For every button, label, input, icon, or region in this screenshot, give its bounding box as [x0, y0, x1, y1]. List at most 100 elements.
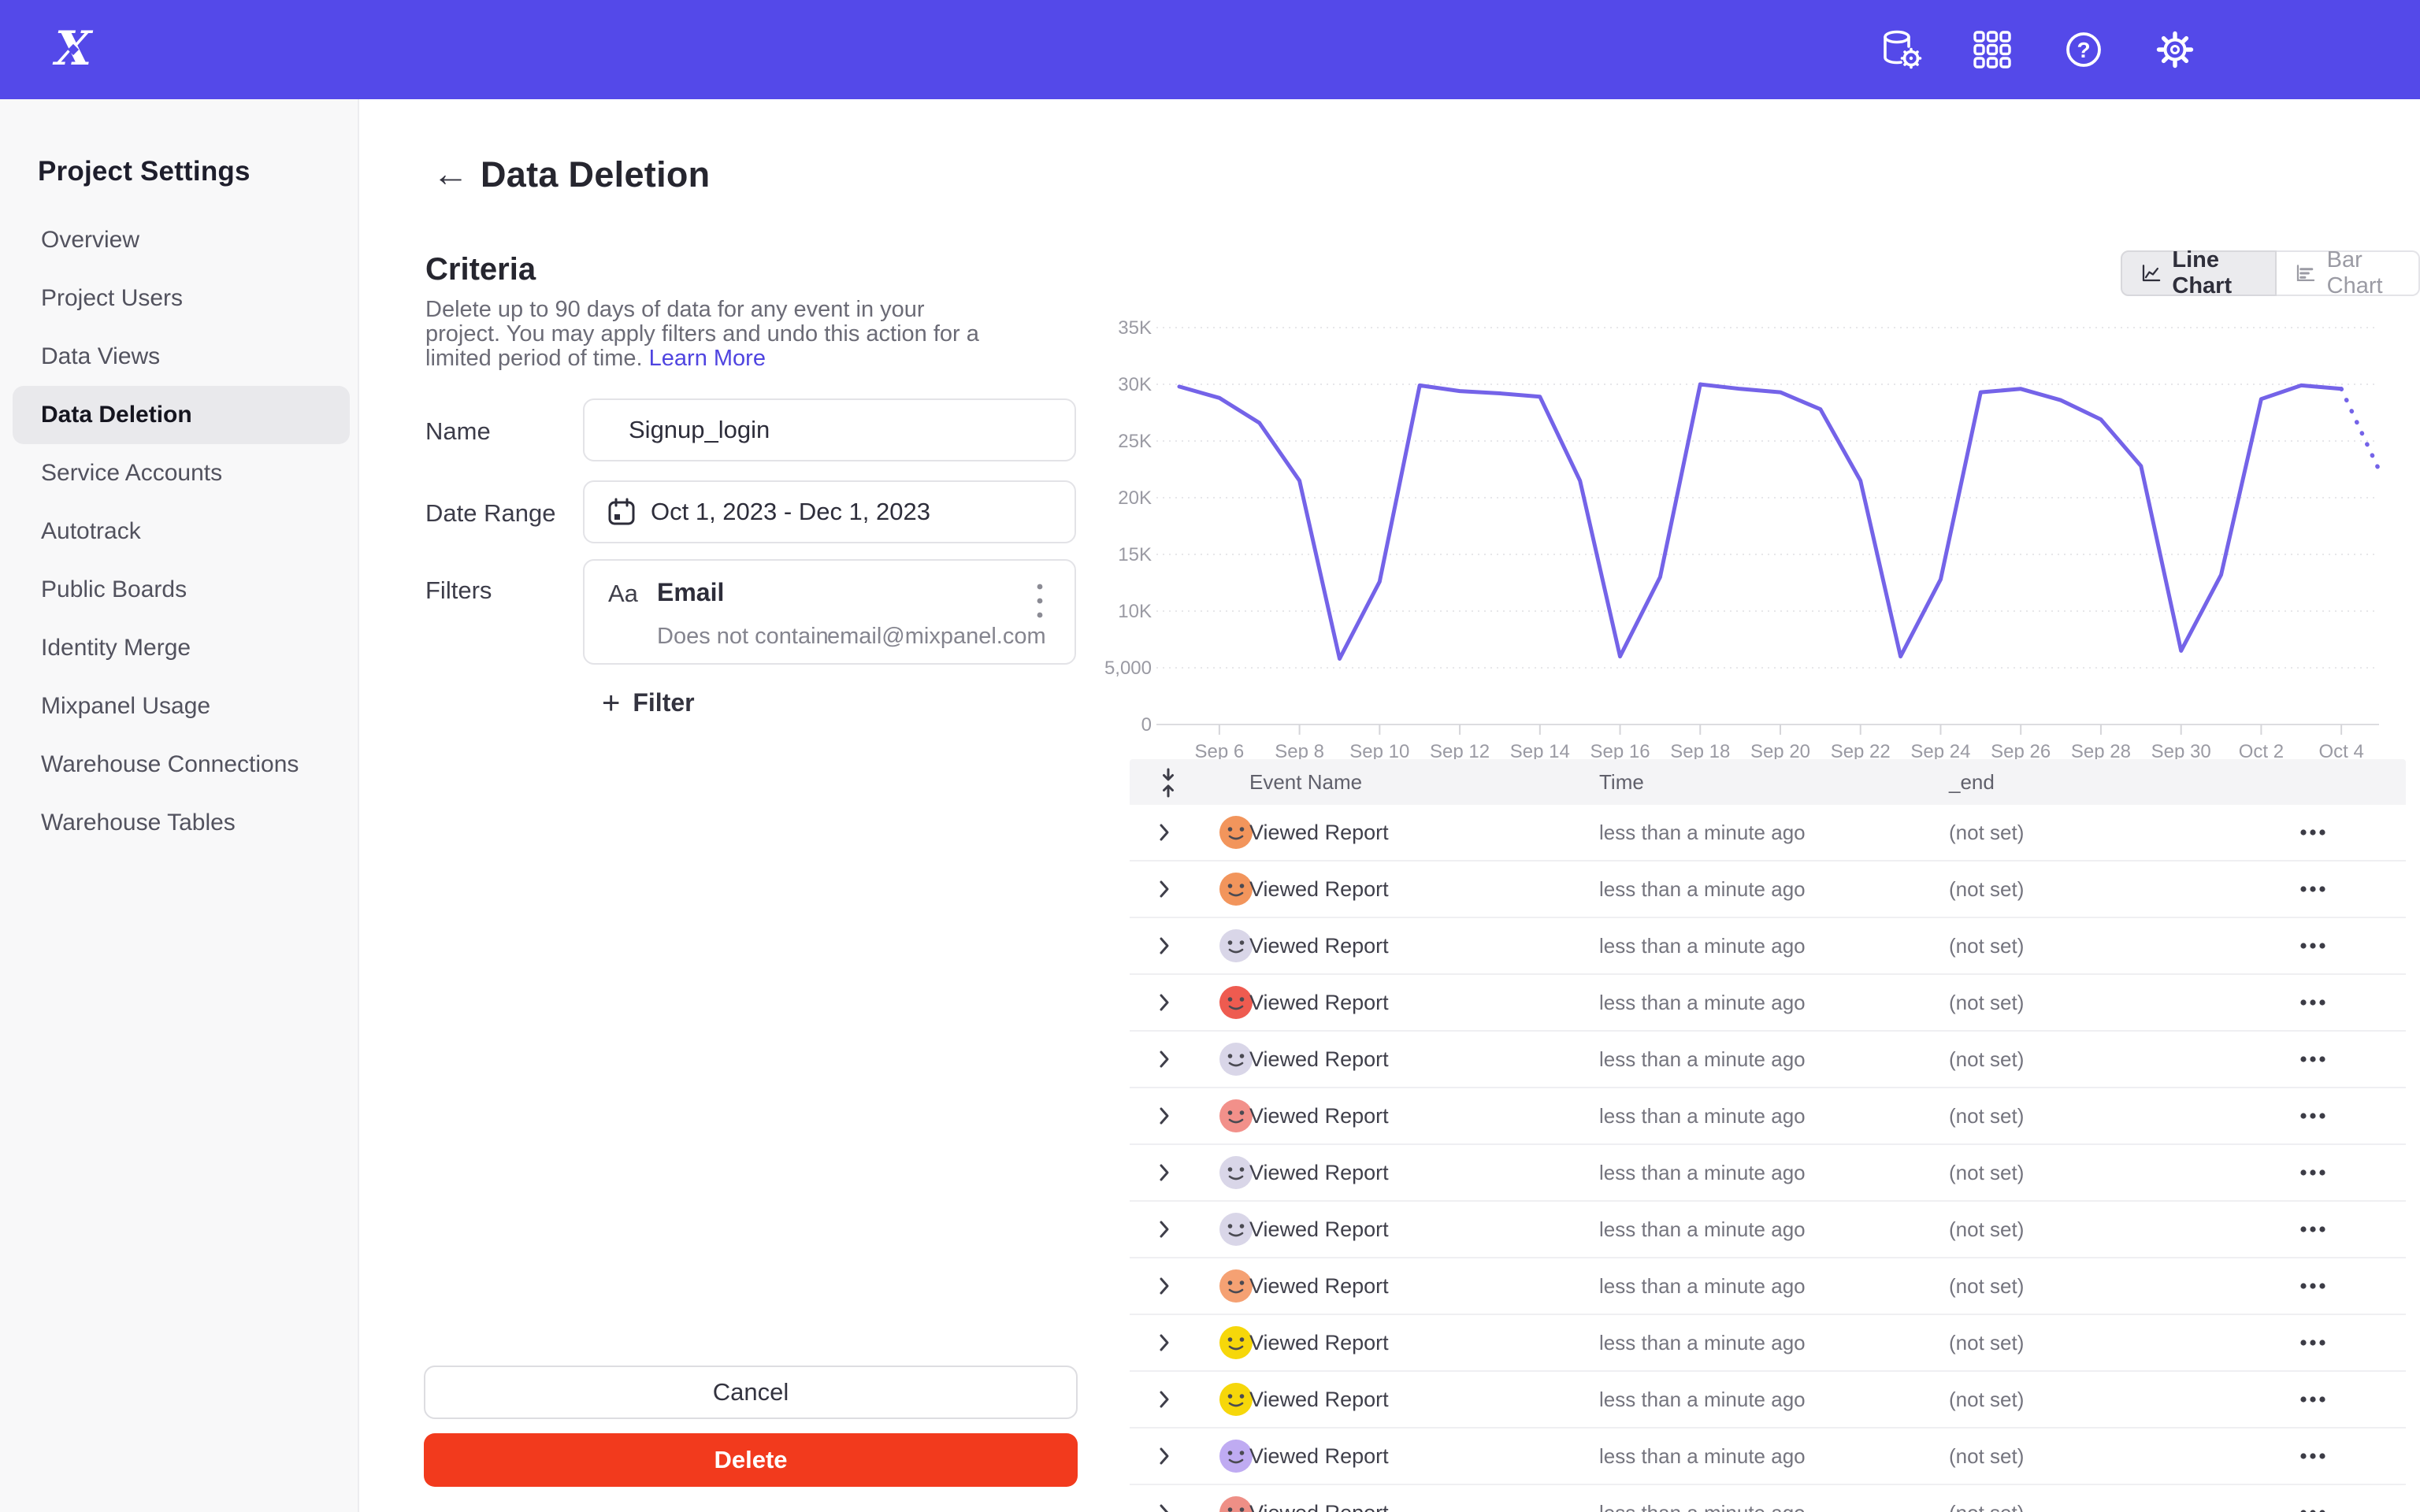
- expand-chevron-icon[interactable]: [1158, 992, 1171, 1017]
- filter-operator[interactable]: Does not contain: [657, 624, 829, 650]
- row-actions-icon[interactable]: [2294, 989, 2332, 1016]
- sidebar-item-mixpanel-usage[interactable]: Mixpanel Usage: [0, 677, 358, 736]
- event-name-cell: Viewed Report: [1249, 805, 1389, 860]
- end-cell: (not set): [1949, 1372, 2024, 1427]
- line-chart-toggle[interactable]: Line Chart: [2121, 250, 2277, 296]
- time-cell: less than a minute ago: [1599, 1088, 1806, 1143]
- end-cell: (not set): [1949, 1485, 2024, 1512]
- time-cell: less than a minute ago: [1599, 1202, 1806, 1257]
- event-name-cell: Viewed Report: [1249, 1372, 1389, 1427]
- row-actions-icon[interactable]: [2294, 1386, 2332, 1413]
- table-header-row: Event Name Time _end: [1130, 759, 2406, 805]
- time-cell: less than a minute ago: [1599, 975, 1806, 1030]
- sidebar-item-identity-merge[interactable]: Identity Merge: [0, 619, 358, 677]
- row-actions-icon[interactable]: [2294, 876, 2332, 902]
- column-header-event-name[interactable]: Event Name: [1249, 759, 1362, 805]
- filter-card[interactable]: Aa Email Does not contain email@mixpanel…: [583, 559, 1076, 665]
- back-button[interactable]: ←: [429, 151, 473, 195]
- column-header-time[interactable]: Time: [1599, 759, 1644, 805]
- expand-chevron-icon[interactable]: [1158, 1049, 1171, 1073]
- expand-chevron-icon[interactable]: [1158, 1332, 1171, 1357]
- svg-text:35K: 35K: [1118, 317, 1152, 339]
- table-row[interactable]: Viewed Report less than a minute ago (no…: [1130, 1088, 2406, 1145]
- svg-text:?: ?: [2077, 38, 2090, 62]
- mixpanel-logo[interactable]: X: [43, 19, 104, 80]
- sidebar-item-overview[interactable]: Overview: [0, 211, 358, 269]
- expand-chevron-icon[interactable]: [1158, 1162, 1171, 1187]
- table-row[interactable]: Viewed Report less than a minute ago (no…: [1130, 1372, 2406, 1429]
- sidebar-item-warehouse-connections[interactable]: Warehouse Connections: [0, 736, 358, 794]
- table-row[interactable]: Viewed Report less than a minute ago (no…: [1130, 1429, 2406, 1485]
- table-row[interactable]: Viewed Report less than a minute ago (no…: [1130, 862, 2406, 918]
- expand-chevron-icon[interactable]: [1158, 822, 1171, 847]
- row-actions-icon[interactable]: [2294, 1216, 2332, 1243]
- table-row[interactable]: Viewed Report less than a minute ago (no…: [1130, 1258, 2406, 1315]
- name-input[interactable]: Signup_login: [583, 398, 1076, 461]
- sidebar-item-data-deletion[interactable]: Data Deletion: [13, 386, 350, 444]
- expand-chevron-icon[interactable]: [1158, 936, 1171, 960]
- events-table: Event Name Time _end Viewed Report less …: [1130, 759, 2406, 1512]
- svg-text:20K: 20K: [1118, 487, 1152, 509]
- row-actions-icon[interactable]: [2294, 1329, 2332, 1356]
- table-row[interactable]: Viewed Report less than a minute ago (no…: [1130, 1485, 2406, 1512]
- row-actions-icon[interactable]: [2294, 1046, 2332, 1073]
- table-body: Viewed Report less than a minute ago (no…: [1130, 805, 2406, 1512]
- appbar-icon-group: ?: [1878, 0, 2198, 99]
- data-deletion-page: { "appbar": { "bg_color": "#5449E9", "ic…: [0, 0, 2420, 1512]
- add-filter-button[interactable]: + Filter: [602, 688, 695, 717]
- date-range-input[interactable]: Oct 1, 2023 - Dec 1, 2023: [583, 480, 1076, 543]
- row-actions-icon[interactable]: [2294, 932, 2332, 959]
- row-actions-icon[interactable]: [2294, 819, 2332, 846]
- event-name-cell: Viewed Report: [1249, 1032, 1389, 1087]
- table-row[interactable]: Viewed Report less than a minute ago (no…: [1130, 1315, 2406, 1372]
- row-actions-icon[interactable]: [2294, 1273, 2332, 1299]
- line-chart-icon: [2141, 261, 2161, 286]
- filter-menu-icon[interactable]: [1024, 575, 1056, 627]
- settings-gear-icon[interactable]: [2152, 27, 2198, 72]
- expand-chevron-icon[interactable]: [1158, 1106, 1171, 1130]
- sidebar-item-public-boards[interactable]: Public Boards: [0, 561, 358, 619]
- expand-chevron-icon[interactable]: [1158, 879, 1171, 903]
- table-row[interactable]: Viewed Report less than a minute ago (no…: [1130, 1145, 2406, 1202]
- sort-icon[interactable]: [1156, 768, 1180, 802]
- event-name-cell: Viewed Report: [1249, 1202, 1389, 1257]
- row-actions-icon[interactable]: [2294, 1443, 2332, 1469]
- end-cell: (not set): [1949, 1315, 2024, 1370]
- table-row[interactable]: Viewed Report less than a minute ago (no…: [1130, 975, 2406, 1032]
- expand-chevron-icon[interactable]: [1158, 1503, 1171, 1512]
- name-value: Signup_login: [629, 416, 770, 444]
- table-row[interactable]: Viewed Report less than a minute ago (no…: [1130, 805, 2406, 862]
- data-management-icon[interactable]: [1878, 27, 1924, 72]
- sidebar-item-service-accounts[interactable]: Service Accounts: [0, 444, 358, 502]
- sidebar-item-warehouse-tables[interactable]: Warehouse Tables: [0, 794, 358, 852]
- apps-grid-icon[interactable]: [1969, 27, 2015, 72]
- learn-more-link[interactable]: Learn More: [649, 346, 766, 371]
- table-row[interactable]: Viewed Report less than a minute ago (no…: [1130, 1202, 2406, 1258]
- expand-chevron-icon[interactable]: [1158, 1389, 1171, 1414]
- cancel-button[interactable]: Cancel: [424, 1366, 1078, 1419]
- column-header-end[interactable]: _end: [1949, 759, 1995, 805]
- bar-chart-icon: [2296, 261, 2315, 286]
- expand-chevron-icon[interactable]: [1158, 1219, 1171, 1243]
- table-row[interactable]: Viewed Report less than a minute ago (no…: [1130, 1032, 2406, 1088]
- expand-chevron-icon[interactable]: [1158, 1276, 1171, 1300]
- expand-chevron-icon[interactable]: [1158, 1446, 1171, 1470]
- filter-value[interactable]: email@mixpanel.com: [827, 624, 1046, 650]
- sidebar-item-project-users[interactable]: Project Users: [0, 269, 358, 328]
- time-cell: less than a minute ago: [1599, 1145, 1806, 1200]
- help-icon[interactable]: ?: [2061, 27, 2106, 72]
- row-actions-icon[interactable]: [2294, 1159, 2332, 1186]
- bar-chart-toggle[interactable]: Bar Chart: [2277, 250, 2420, 296]
- event-name-cell: Viewed Report: [1249, 1258, 1389, 1314]
- table-row[interactable]: Viewed Report less than a minute ago (no…: [1130, 918, 2406, 975]
- end-cell: (not set): [1949, 805, 2024, 860]
- time-cell: less than a minute ago: [1599, 1372, 1806, 1427]
- svg-text:25K: 25K: [1118, 431, 1152, 452]
- delete-button[interactable]: Delete: [424, 1433, 1078, 1487]
- row-actions-icon[interactable]: [2294, 1102, 2332, 1129]
- row-actions-icon[interactable]: [2294, 1499, 2332, 1512]
- sidebar-item-autotrack[interactable]: Autotrack: [0, 502, 358, 561]
- sidebar-item-data-views[interactable]: Data Views: [0, 328, 358, 386]
- line-chart-svg: 05,00010K15K20K25K30K35KSep 6Sep 8Sep 10…: [1087, 315, 2420, 772]
- filter-property: Email: [657, 578, 724, 607]
